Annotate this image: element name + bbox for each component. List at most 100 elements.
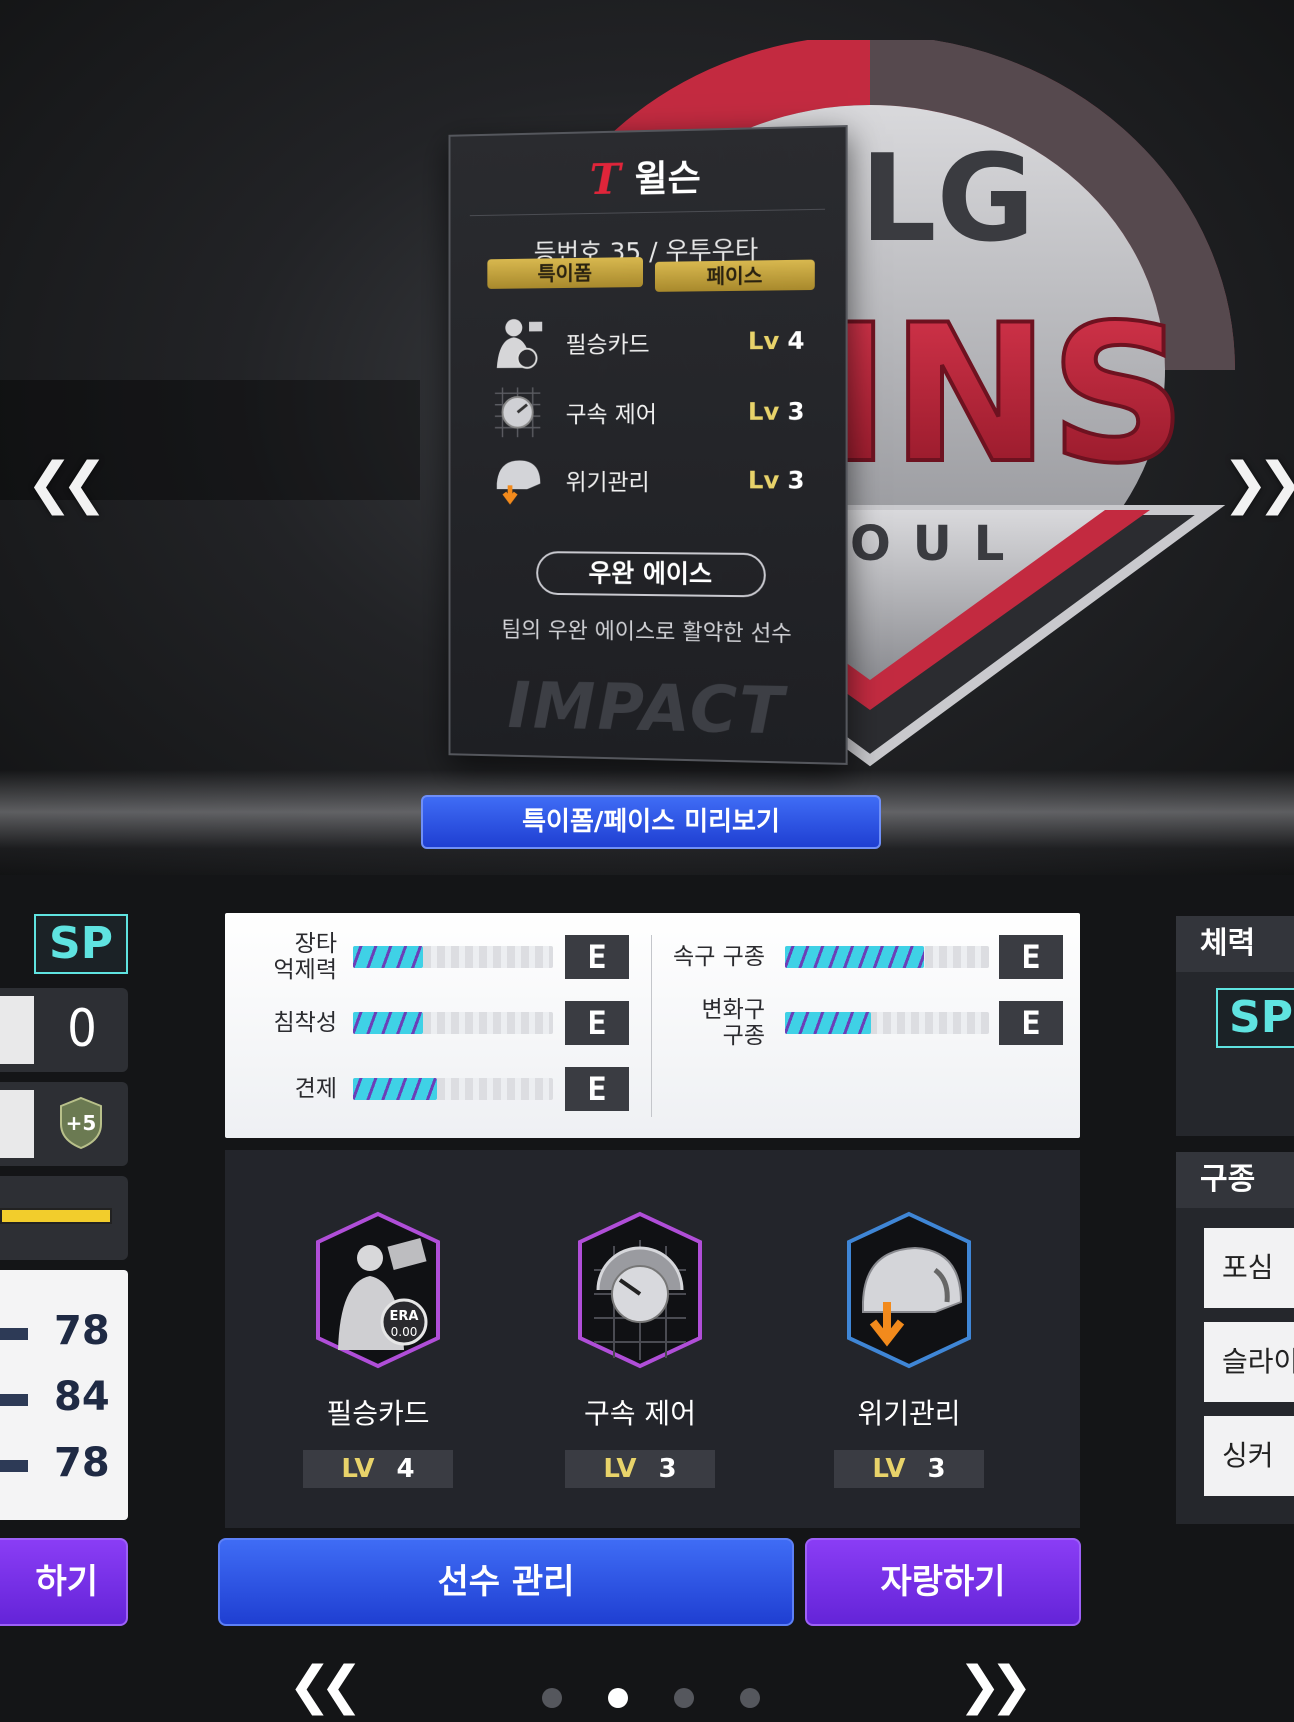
- card-title: T 윌슨: [450, 145, 845, 206]
- svg-text:+5: +5: [66, 1111, 97, 1135]
- pitch-item: 싱커: [1204, 1416, 1294, 1496]
- ability-track: [785, 946, 989, 968]
- impact-watermark: IMPACT: [507, 669, 786, 750]
- ability-label: 장타 억제력: [273, 931, 337, 983]
- skill-level-box: LV 3: [565, 1450, 715, 1488]
- card-skill-name: 구속 제어: [565, 401, 657, 429]
- pitch-item: 슬라이: [1204, 1322, 1294, 1402]
- svg-text:0.00: 0.00: [391, 1325, 418, 1339]
- left-value-bg: [0, 996, 34, 1064]
- emblem-middle-text: INS: [820, 284, 1187, 505]
- next-player-arrow-icon[interactable]: ❯❯: [1222, 456, 1294, 512]
- skill-ace-card[interactable]: ERA 0.00 필승카드 LV 4: [298, 1210, 458, 1488]
- ability-fill: [353, 1078, 437, 1100]
- skill-name: 구속 제어: [584, 1397, 696, 1430]
- stamina-header: 체력: [1176, 916, 1294, 972]
- card-divider: [469, 208, 826, 217]
- speed-control-icon: [489, 383, 546, 441]
- pitch-item: 포심: [1204, 1228, 1294, 1308]
- skill-panel: ERA 0.00 필승카드 LV 4 구속 제어 LV 3 위기관리 LV 3: [225, 1150, 1080, 1528]
- skill-speed-control[interactable]: 구속 제어 LV 3: [560, 1210, 720, 1488]
- crisis-management-icon: [489, 460, 541, 509]
- card-skill-name: 필승카드: [565, 331, 650, 359]
- ace-card-icon: ERA 0.00: [316, 1211, 440, 1369]
- player-role-description: 팀의 우완 에이스로 활약한 선수: [501, 618, 792, 648]
- ability-fill: [353, 1012, 423, 1034]
- ability-row: 침착성 E: [225, 1001, 645, 1045]
- prev-page-arrow-icon[interactable]: ❮❮: [288, 1660, 363, 1712]
- card-skill-row: 필승카드 Lv 4: [489, 310, 805, 373]
- team-logo-icon: T: [589, 154, 621, 205]
- position-badge-sp: SP: [34, 914, 128, 974]
- ability-grade: E: [565, 935, 629, 979]
- tag-face: 페이스: [654, 259, 815, 292]
- page-dot[interactable]: [674, 1688, 694, 1708]
- ability-label: 침착성: [273, 1010, 337, 1036]
- ability-track: [353, 946, 553, 968]
- ability-row: 변화구 구종 E: [657, 997, 1077, 1049]
- ability-grade: E: [999, 935, 1063, 979]
- player-manage-button[interactable]: 선수 관리: [218, 1538, 794, 1626]
- left-stat-line: 78: [0, 1440, 128, 1490]
- left-value-row: 0: [0, 988, 128, 1072]
- skill-level-box: LV 3: [834, 1450, 984, 1488]
- form-face-preview-button[interactable]: 특이폼/페이스 미리보기: [421, 795, 881, 849]
- skill-name: 위기관리: [857, 1397, 961, 1430]
- ability-grade: E: [999, 1001, 1063, 1045]
- ability-label: 견제: [294, 1076, 337, 1102]
- left-upgrade-row: +5: [0, 1082, 128, 1166]
- tag-special-form: 특이폼: [487, 257, 644, 289]
- player-showcase-scene: LG INS OUL ❮❮ ❯❯ T 윌슨 등번호 35 / 우투우타 특이폼 페…: [0, 0, 1294, 875]
- page-dot[interactable]: [608, 1688, 628, 1708]
- left-stat-line: 78: [0, 1308, 128, 1358]
- player-role-badge: 우완 에이스: [536, 551, 766, 598]
- speed-control-icon: [578, 1211, 702, 1369]
- card-skill-name: 위기관리: [565, 469, 650, 497]
- ability-fill: [785, 1012, 871, 1034]
- card-skill-level: Lv 3: [747, 397, 805, 426]
- ability-track: [785, 1012, 989, 1034]
- ability-fill: [353, 946, 423, 968]
- left-stats-box: 78 84 78: [0, 1270, 128, 1520]
- page-dot[interactable]: [542, 1688, 562, 1708]
- left-value: 0: [67, 999, 97, 1059]
- emblem-top-text: LG: [860, 130, 1035, 269]
- ability-grade: E: [565, 1067, 629, 1111]
- card-skill-level: Lv 4: [747, 326, 805, 356]
- svg-text:ERA: ERA: [390, 1309, 419, 1324]
- card-skill-level: Lv 3: [747, 466, 805, 495]
- ability-track: [353, 1078, 553, 1100]
- crisis-management-icon: [847, 1211, 971, 1369]
- skill-level-box: LV 4: [303, 1450, 453, 1488]
- ace-card-icon: [496, 319, 543, 372]
- ability-grade: E: [565, 1001, 629, 1045]
- ability-label: 변화구 구종: [701, 997, 765, 1049]
- emblem-bottom-text: OUL: [850, 516, 1026, 572]
- prev-player-arrow-icon[interactable]: ❮❮: [26, 456, 108, 512]
- ability-row: 장타 억제력 E: [225, 931, 645, 983]
- ability-row: 속구 구종 E: [657, 935, 1077, 979]
- pitcher-abilities-panel: 장타 억제력 E 침착성 E 견제 E 속구 구종 E 변화구 구종 E: [225, 913, 1080, 1138]
- player-info-card: T 윌슨 등번호 35 / 우투우타 특이폼 페이스 필승카드 Lv 4 구속 제어: [448, 125, 848, 765]
- ability-row: 견제 E: [225, 1067, 645, 1111]
- page-dot[interactable]: [740, 1688, 760, 1708]
- left-upgrade-bg: [0, 1090, 34, 1158]
- show-off-button[interactable]: 자랑하기: [805, 1538, 1081, 1626]
- pitch-type-header: 구종: [1176, 1152, 1294, 1208]
- ability-track: [353, 1012, 553, 1034]
- next-page-arrow-icon[interactable]: ❯❯: [958, 1660, 1033, 1712]
- ability-label: 속구 구종: [673, 944, 765, 970]
- ability-column-divider: [651, 935, 652, 1117]
- game-screen: LG INS OUL ❮❮ ❯❯ T 윌슨 등번호 35 / 우투우타 특이폼 페…: [0, 0, 1294, 1722]
- card-skill-row: 위기관리 Lv 3: [489, 450, 805, 511]
- left-stat-line: 84: [0, 1374, 128, 1424]
- upgrade-shield-icon: +5: [60, 1096, 102, 1150]
- left-partial-button[interactable]: 하기: [0, 1538, 128, 1626]
- player-name: 윌슨: [634, 157, 701, 201]
- card-skill-row: 구속 제어 Lv 3: [489, 381, 805, 442]
- skill-name: 필승카드: [326, 1397, 430, 1430]
- stamina-sp-badge: SP: [1216, 988, 1294, 1048]
- skill-crisis-management[interactable]: 위기관리 LV 3: [829, 1210, 989, 1488]
- left-progress-bar: [0, 1208, 112, 1224]
- ability-fill: [785, 946, 924, 968]
